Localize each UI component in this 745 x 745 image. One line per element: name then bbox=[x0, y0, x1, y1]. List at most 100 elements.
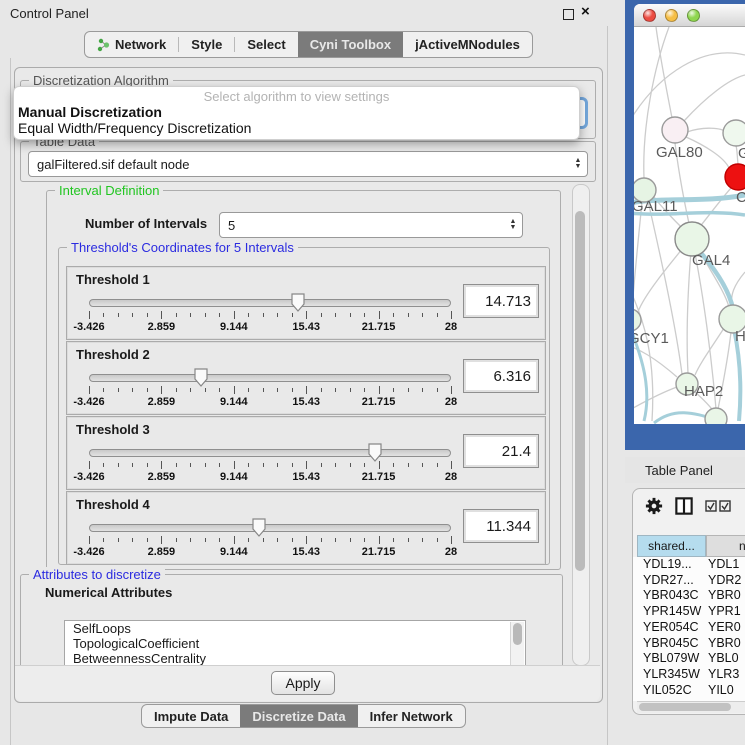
combo-stepper-icon[interactable]: ▲▼ bbox=[504, 219, 522, 231]
table-row[interactable]: YLR345WYLR3 bbox=[633, 667, 745, 683]
network-edge[interactable] bbox=[634, 387, 677, 412]
threshold-value-field[interactable]: 21.4 bbox=[463, 434, 539, 468]
table-column-header-name[interactable]: na bbox=[706, 535, 745, 557]
slider-track[interactable] bbox=[89, 449, 451, 457]
network-graph[interactable]: GAL80GACGAL11GAL4GCY1HHAP2 bbox=[634, 27, 745, 424]
main-scrollbar[interactable] bbox=[572, 184, 590, 666]
network-edge[interactable] bbox=[634, 282, 653, 421]
mac-zoom-button[interactable] bbox=[687, 9, 700, 22]
slider-thumb[interactable] bbox=[194, 368, 208, 387]
network-edge[interactable] bbox=[648, 201, 682, 374]
tick-label: 2.859 bbox=[148, 321, 176, 333]
main-scroll-thumb[interactable] bbox=[575, 211, 585, 571]
table-row[interactable]: YIL052CYIL0 bbox=[633, 683, 745, 699]
tab-network[interactable]: Network bbox=[85, 32, 178, 57]
slider-ticks bbox=[89, 386, 451, 395]
cell-shared-name: YDR27... bbox=[643, 573, 694, 589]
network-node-bottom-node[interactable] bbox=[705, 408, 727, 424]
network-canvas[interactable]: GAL80GACGAL11GAL4GCY1HHAP2 bbox=[634, 27, 745, 424]
tick-label: 21.715 bbox=[362, 546, 396, 558]
slider-track[interactable] bbox=[89, 524, 451, 532]
tab-discretize-data[interactable]: Discretize Data bbox=[240, 705, 357, 727]
table-data-value: galFiltered.sif default node bbox=[29, 157, 569, 172]
tick-mark bbox=[103, 538, 104, 542]
threshold-slider[interactable]: -3.4262.8599.14415.4321.71528 bbox=[89, 443, 451, 483]
network-edge[interactable] bbox=[634, 202, 642, 309]
threshold-slider[interactable]: -3.4262.8599.14415.4321.71528 bbox=[89, 518, 451, 558]
table-h-scrollbar[interactable] bbox=[637, 701, 745, 713]
threshold-value-field[interactable]: 14.713 bbox=[463, 284, 539, 318]
tick-mark bbox=[89, 311, 90, 319]
slider-thumb[interactable] bbox=[291, 293, 305, 312]
table-panel-titlebar: Table Panel bbox=[625, 457, 745, 483]
network-window-titlebar bbox=[634, 4, 745, 27]
tick-mark bbox=[205, 538, 206, 542]
table-row[interactable]: YDR27...YDR2 bbox=[633, 573, 745, 589]
attribute-list-item[interactable]: SelfLoops bbox=[65, 621, 525, 636]
combo-stepper-icon[interactable]: ▲▼ bbox=[569, 158, 587, 170]
attribute-list-item[interactable]: BetweennessCentrality bbox=[65, 651, 525, 666]
slider-track[interactable] bbox=[89, 374, 451, 382]
attributes-scrollbar[interactable] bbox=[510, 622, 524, 667]
float-icon[interactable] bbox=[563, 9, 574, 20]
tab-select[interactable]: Select bbox=[235, 32, 297, 57]
network-edge[interactable] bbox=[684, 75, 745, 121]
select-columns-icon[interactable] bbox=[705, 500, 731, 512]
left-divider bbox=[10, 58, 11, 745]
tab-style[interactable]: Style bbox=[179, 32, 234, 57]
tab-jactivemnodules[interactable]: jActiveMNodules bbox=[403, 32, 532, 57]
table-row[interactable]: YER054CYER0 bbox=[633, 620, 745, 636]
network-node-top-right[interactable] bbox=[723, 120, 745, 146]
tick-mark bbox=[292, 388, 293, 392]
tick-mark bbox=[89, 536, 90, 544]
threshold-slider[interactable]: -3.4262.8599.14415.4321.71528 bbox=[89, 293, 451, 333]
num-intervals-combobox[interactable]: 5 ▲▼ bbox=[219, 212, 523, 238]
gear-icon[interactable] bbox=[645, 497, 663, 515]
tick-label: 9.144 bbox=[220, 321, 248, 333]
threshold-value-field[interactable]: 11.344 bbox=[463, 509, 539, 543]
table-row[interactable]: YBR043CYBR0 bbox=[633, 588, 745, 604]
slider-thumb[interactable] bbox=[368, 443, 382, 462]
attributes-listbox[interactable]: SelfLoopsTopologicalCoefficientBetweenne… bbox=[64, 620, 526, 669]
slider-tick-labels: -3.4262.8599.14415.4321.71528 bbox=[89, 546, 451, 558]
tick-mark bbox=[335, 463, 336, 467]
tab-impute-data[interactable]: Impute Data bbox=[142, 705, 240, 727]
slider-thumb[interactable] bbox=[252, 518, 266, 537]
attributes-scroll-thumb[interactable] bbox=[513, 623, 522, 645]
cell-shared-name: YLR345W bbox=[643, 667, 700, 683]
tab-cyni-toolbox[interactable]: Cyni Toolbox bbox=[298, 32, 403, 57]
network-edge[interactable] bbox=[687, 128, 726, 132]
network-edge[interactable] bbox=[634, 53, 745, 122]
table-row[interactable]: YBL079WYBL0 bbox=[633, 651, 745, 667]
num-intervals-value: 5 bbox=[220, 218, 504, 233]
table-data-combobox[interactable]: galFiltered.sif default node ▲▼ bbox=[28, 151, 588, 177]
mac-minimize-button[interactable] bbox=[665, 9, 678, 22]
tab-infer-network[interactable]: Infer Network bbox=[358, 705, 465, 727]
network-edge[interactable] bbox=[732, 272, 745, 307]
attributes-panel: Attributes to discretize Numerical Attri… bbox=[20, 574, 563, 667]
threshold-value-field[interactable]: 6.316 bbox=[463, 359, 539, 393]
right-divider[interactable] bbox=[607, 26, 608, 745]
table-h-scroll-thumb[interactable] bbox=[639, 703, 731, 711]
table-row[interactable]: YBR045CYBR0 bbox=[633, 636, 745, 652]
attribute-list-item[interactable]: TopologicalCoefficient bbox=[65, 636, 525, 651]
thresholds-panel: Threshold's Coordinates for 5 Intervals … bbox=[58, 247, 550, 565]
close-icon[interactable]: × bbox=[581, 3, 590, 20]
slider-track[interactable] bbox=[89, 299, 451, 307]
tick-mark bbox=[161, 461, 162, 469]
split-columns-icon[interactable] bbox=[675, 497, 693, 515]
dropdown-option[interactable]: Equal Width/Frequency Discretization bbox=[14, 120, 579, 136]
tick-mark bbox=[422, 388, 423, 392]
mac-close-button[interactable] bbox=[643, 9, 656, 22]
network-node-gal4[interactable] bbox=[675, 222, 709, 256]
table-row[interactable]: YDL19...YDL1 bbox=[633, 557, 745, 573]
table-column-header-shared[interactable]: shared... bbox=[637, 535, 706, 557]
dropdown-option[interactable]: Manual Discretization bbox=[14, 104, 579, 120]
table-row[interactable]: YPR145WYPR1 bbox=[633, 604, 745, 620]
cell-shared-name: YER054C bbox=[643, 620, 699, 636]
network-node-red-node[interactable] bbox=[725, 164, 745, 190]
network-node-gal80[interactable] bbox=[662, 117, 688, 143]
threshold-slider[interactable]: -3.4262.8599.14415.4321.71528 bbox=[89, 368, 451, 408]
apply-button[interactable]: Apply bbox=[271, 671, 335, 695]
network-node-gcy1[interactable] bbox=[634, 309, 641, 331]
